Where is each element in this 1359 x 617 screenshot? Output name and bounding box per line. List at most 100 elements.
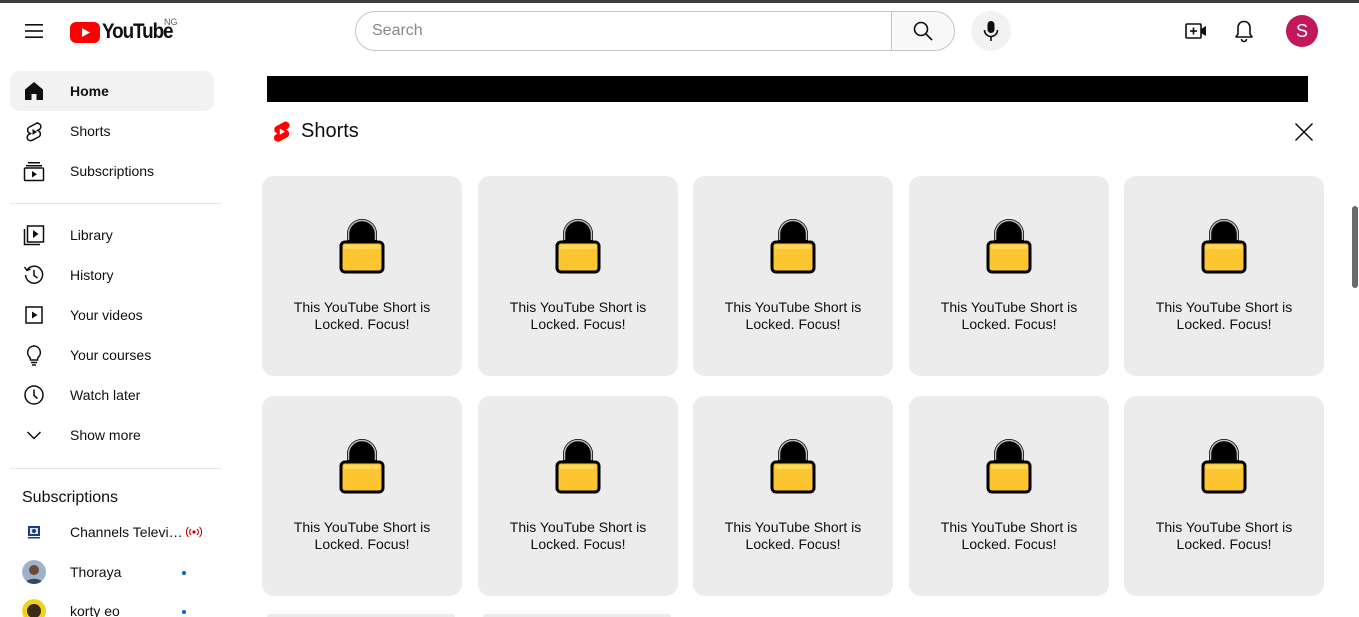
- subscription-label: Thoraya: [70, 564, 122, 580]
- locked-message-line: Locked. Focus!: [961, 536, 1057, 552]
- live-icon: [186, 526, 202, 538]
- notifications-button[interactable]: [1224, 11, 1264, 51]
- chevron-down-icon: [22, 423, 46, 447]
- sidebar-item-home[interactable]: Home: [10, 71, 214, 111]
- locked-message-line: Locked. Focus!: [530, 536, 626, 552]
- locked-message: This YouTube Short is Locked. Focus!: [909, 299, 1109, 333]
- bell-icon: [1235, 20, 1253, 43]
- locked-message-line: This YouTube Short is: [724, 299, 862, 315]
- watch-later-icon: [22, 383, 46, 407]
- sidebar-item-label: Show more: [70, 427, 141, 443]
- search-input[interactable]: [372, 22, 892, 40]
- channel-avatar: [22, 599, 46, 617]
- locked-message-line: This YouTube Short is: [509, 519, 647, 535]
- sidebar-item-library[interactable]: Library: [10, 215, 214, 255]
- shorts-shelf-header: Shorts: [272, 120, 359, 143]
- locked-message-line: Locked. Focus!: [1176, 316, 1272, 332]
- locked-message: This YouTube Short is Locked. Focus!: [693, 299, 893, 333]
- lock-icon: [555, 439, 601, 494]
- close-shelf-button[interactable]: [1288, 116, 1320, 148]
- sidebar-divider: [10, 468, 221, 469]
- menu-button[interactable]: [14, 14, 54, 48]
- short-card[interactable]: This YouTube Short is Locked. Focus!: [693, 396, 893, 596]
- hamburger-icon: [25, 24, 43, 38]
- lock-icon: [339, 439, 385, 494]
- search-button[interactable]: [891, 11, 955, 51]
- locked-message-line: Locked. Focus!: [1176, 536, 1272, 552]
- scrollbar-thumb[interactable]: [1352, 206, 1358, 288]
- sidebar-item-your-courses[interactable]: Your courses: [10, 335, 214, 375]
- short-card[interactable]: This YouTube Short is Locked. Focus!: [693, 176, 893, 376]
- subscription-label: Channels Television: [70, 524, 184, 540]
- short-card[interactable]: This YouTube Short is Locked. Focus!: [478, 396, 678, 596]
- sidebar-item-shorts[interactable]: Shorts: [10, 111, 214, 151]
- lock-icon: [770, 219, 816, 274]
- locked-message-line: This YouTube Short is: [1155, 299, 1293, 315]
- search-box[interactable]: [355, 11, 892, 51]
- new-content-dot: [182, 571, 186, 575]
- your-videos-icon: [22, 303, 46, 327]
- create-video-icon: [1185, 23, 1206, 39]
- sidebar-item-label: Shorts: [70, 123, 111, 139]
- lock-icon: [1201, 219, 1247, 274]
- subscription-label: korty eo: [70, 603, 120, 617]
- locked-message: This YouTube Short is Locked. Focus!: [1124, 519, 1324, 553]
- shorts-logo-icon: [273, 121, 290, 142]
- sidebar-item-your-videos[interactable]: Your videos: [10, 295, 214, 335]
- microphone-icon: [983, 21, 999, 41]
- sidebar-item-label: Your courses: [70, 347, 152, 363]
- sidebar-item-subscriptions[interactable]: Subscriptions: [10, 151, 214, 191]
- locked-message: This YouTube Short is Locked. Focus!: [693, 519, 893, 553]
- account-avatar[interactable]: S: [1286, 15, 1318, 47]
- lock-icon: [770, 439, 816, 494]
- sidebar-item-label: Your videos: [70, 307, 143, 323]
- locked-message: This YouTube Short is Locked. Focus!: [262, 519, 462, 553]
- create-button[interactable]: [1176, 11, 1216, 51]
- shorts-shelf-title: Shorts: [301, 120, 359, 142]
- locked-message-line: This YouTube Short is: [724, 519, 862, 535]
- locked-message-line: Locked. Focus!: [745, 536, 841, 552]
- blocked-content-bar: [267, 76, 1308, 102]
- sidebar-item-label: History: [70, 267, 114, 283]
- sidebar: Home Shorts Subscriptions Library Histor…: [0, 60, 230, 617]
- locked-message: This YouTube Short is Locked. Focus!: [262, 299, 462, 333]
- lock-icon: [555, 219, 601, 274]
- channel-avatar: [22, 520, 46, 544]
- region-code: NG: [164, 17, 178, 27]
- short-card[interactable]: This YouTube Short is Locked. Focus!: [478, 176, 678, 376]
- lock-icon: [986, 219, 1032, 274]
- browser-top-border: [0, 0, 1359, 3]
- short-card[interactable]: This YouTube Short is Locked. Focus!: [1124, 176, 1324, 376]
- short-card[interactable]: This YouTube Short is Locked. Focus!: [262, 176, 462, 376]
- sidebar-item-label: Subscriptions: [70, 163, 155, 179]
- short-card[interactable]: This YouTube Short is Locked. Focus!: [262, 396, 462, 596]
- locked-message-line: This YouTube Short is: [293, 519, 431, 535]
- library-icon: [22, 223, 46, 247]
- locked-message: This YouTube Short is Locked. Focus!: [478, 519, 678, 553]
- courses-icon: [22, 343, 46, 367]
- shorts-icon: [22, 119, 46, 143]
- sidebar-item-history[interactable]: History: [10, 255, 214, 295]
- sidebar-item-label: Home: [70, 83, 109, 99]
- short-card[interactable]: This YouTube Short is Locked. Focus!: [1124, 396, 1324, 596]
- locked-message-line: This YouTube Short is: [509, 299, 647, 315]
- locked-message-line: This YouTube Short is: [293, 299, 431, 315]
- voice-search-button[interactable]: [971, 11, 1011, 51]
- locked-message: This YouTube Short is Locked. Focus!: [1124, 299, 1324, 333]
- subscriptions-icon: [22, 159, 46, 183]
- sidebar-item-watch-later[interactable]: Watch later: [10, 375, 214, 415]
- search-icon: [913, 21, 933, 41]
- locked-message-line: Locked. Focus!: [745, 316, 841, 332]
- youtube-play-logo-icon: [70, 21, 100, 43]
- lock-icon: [986, 439, 1032, 494]
- lock-icon: [339, 219, 385, 274]
- locked-message-line: This YouTube Short is: [940, 519, 1078, 535]
- sidebar-item-show-more[interactable]: Show more: [10, 415, 214, 455]
- channel-avatar: [22, 560, 46, 584]
- short-card[interactable]: This YouTube Short is Locked. Focus!: [909, 396, 1109, 596]
- sidebar-item-label: Watch later: [70, 387, 141, 403]
- short-card[interactable]: This YouTube Short is Locked. Focus!: [909, 176, 1109, 376]
- subscription-item-channels-television[interactable]: Channels Television: [10, 512, 214, 552]
- locked-message-line: Locked. Focus!: [530, 316, 626, 332]
- close-icon: [1294, 122, 1314, 142]
